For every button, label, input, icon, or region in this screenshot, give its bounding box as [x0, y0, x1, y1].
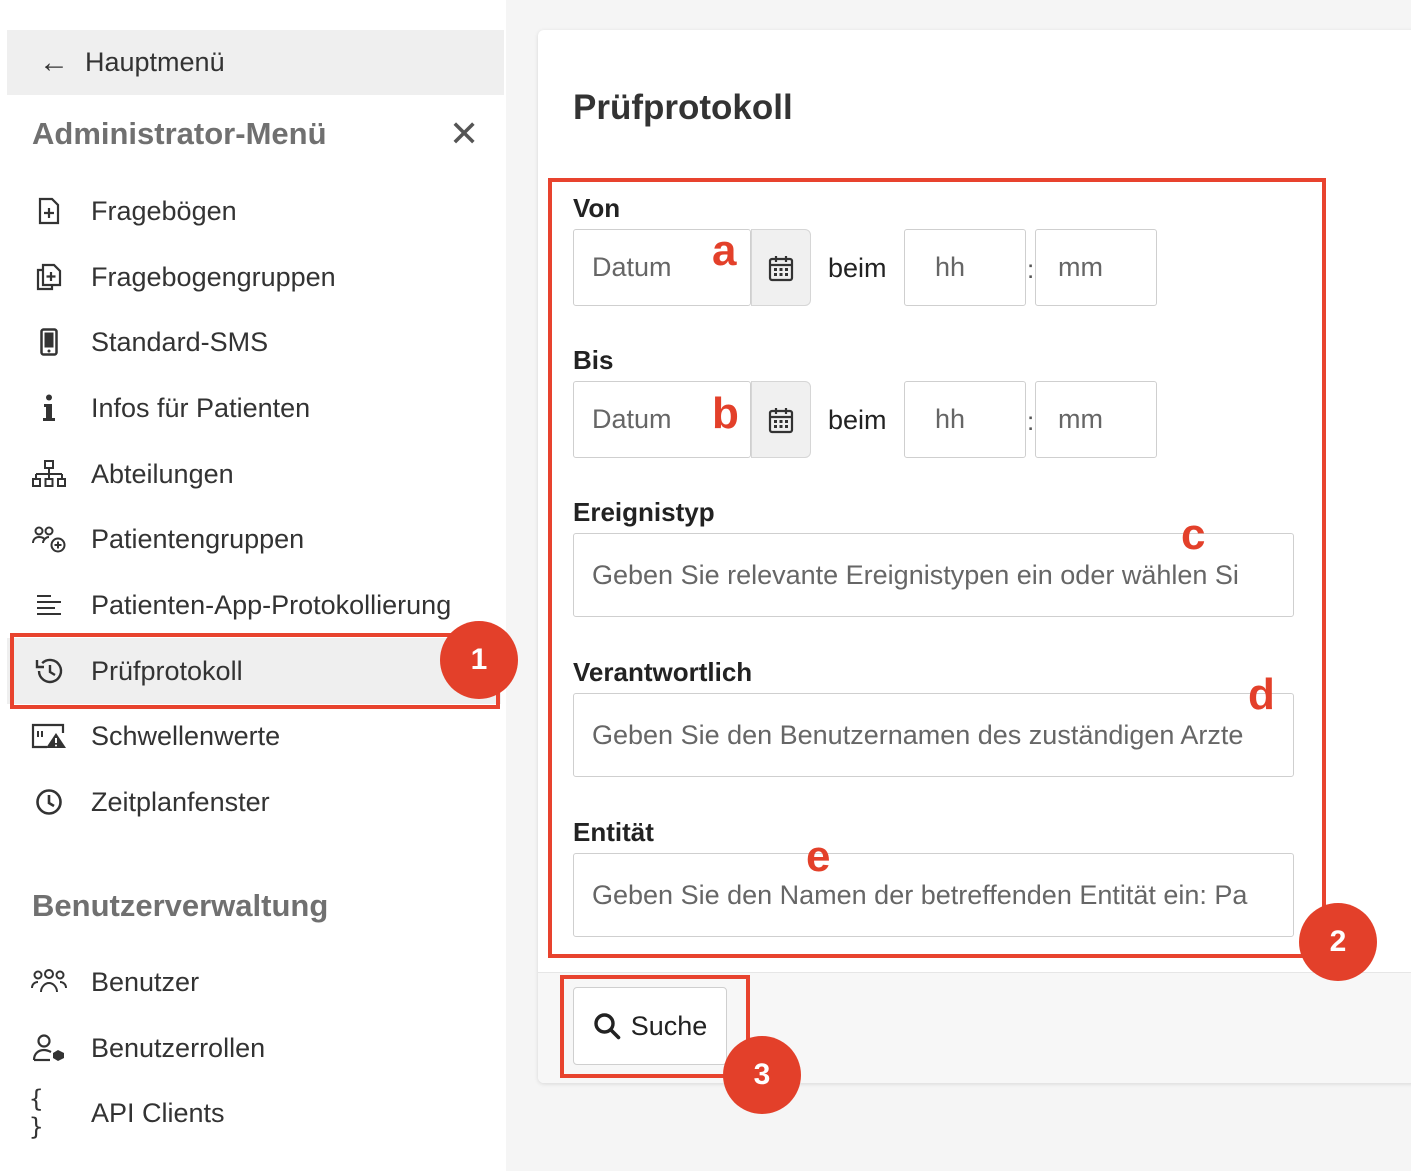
search-button[interactable]: Suche: [573, 987, 727, 1065]
von-colon: :: [1027, 254, 1035, 284]
sidebar-item-infos-fuer-patienten[interactable]: Infos für Patienten: [7, 375, 501, 441]
user-management-title: Benutzerverwaltung: [32, 888, 329, 923]
bis-label: Bis: [573, 345, 614, 375]
user-role-icon: [29, 1034, 69, 1062]
braces-icon: { }: [29, 1085, 44, 1141]
threshold-warning-icon: [29, 723, 69, 749]
sidebar-item-api-clients[interactable]: { } API Clients: [7, 1080, 501, 1146]
annotation-letter-d: d: [1248, 670, 1275, 719]
sidebar: ← Hauptmenü Administrator-Menü ✕ Fragebö…: [0, 0, 506, 1171]
sidebar-item-label: Zeitplanfenster: [91, 786, 270, 817]
annotation-badge-1: 1: [440, 621, 518, 699]
sidebar-item-label: API Clients: [91, 1097, 225, 1128]
clock-icon: [29, 788, 69, 816]
von-minute-input[interactable]: mm: [1035, 229, 1157, 306]
mobile-icon: [29, 328, 69, 356]
sidebar-item-label: Benutzer: [91, 966, 200, 997]
files-plus-icon: [29, 263, 69, 291]
bis-hour-input[interactable]: hh: [904, 381, 1026, 458]
info-icon: [29, 394, 69, 422]
bis-beim-text: beim: [828, 405, 887, 435]
von-beim-text: beim: [828, 253, 887, 283]
sidebar-item-label: Abteilungen: [91, 458, 234, 489]
sidebar-item-label: Infos für Patienten: [91, 392, 311, 423]
sidebar-item-standard-sms[interactable]: Standard-SMS: [7, 309, 501, 375]
bis-colon: :: [1027, 406, 1035, 436]
admin-menu-title: Administrator-Menü: [32, 116, 327, 151]
sidebar-item-label: Fragebogengruppen: [91, 261, 336, 292]
history-icon: [29, 657, 69, 685]
sidebar-item-label: Standard-SMS: [91, 326, 269, 357]
back-label: Hauptmenü: [85, 47, 225, 77]
bis-minute-input[interactable]: mm: [1035, 381, 1157, 458]
sidebar-item-benutzerrollen[interactable]: Benutzerrollen: [7, 1015, 501, 1081]
search-button-label: Suche: [630, 1010, 708, 1041]
verantwortlich-label: Verantwortlich: [573, 657, 753, 687]
sidebar-item-zeitplanfenster[interactable]: Zeitplanfenster: [7, 769, 501, 835]
calendar-icon: [768, 255, 794, 281]
annotation-letter-e: e: [806, 832, 831, 881]
von-hour-input[interactable]: hh: [904, 229, 1026, 306]
entitaet-label: Entität: [573, 817, 654, 847]
sidebar-item-frageboegen[interactable]: Fragebögen: [7, 178, 501, 244]
annotation-badge-2: 2: [1299, 903, 1377, 981]
sidebar-item-pruefprotokoll[interactable]: Prüfprotokoll: [7, 638, 501, 704]
back-to-main-menu[interactable]: ← Hauptmenü: [7, 30, 504, 95]
users-icon: [29, 969, 69, 995]
sidebar-item-label: Prüfprotokoll: [91, 655, 243, 686]
lines-icon: [29, 594, 69, 616]
sidebar-item-label: Patienten-App-Protokollierung: [91, 589, 452, 620]
sidebar-item-patientengruppen[interactable]: Patientengruppen: [7, 506, 501, 572]
annotation-badge-3: 3: [723, 1036, 801, 1114]
sidebar-item-abteilungen[interactable]: Abteilungen: [7, 441, 501, 507]
bis-calendar-button[interactable]: [751, 381, 811, 458]
page-title: Prüfprotokoll: [573, 88, 793, 127]
ereignistyp-label: Ereignistyp: [573, 497, 715, 527]
calendar-icon: [768, 407, 794, 433]
sidebar-item-fragebogengruppen[interactable]: Fragebogengruppen: [7, 244, 501, 310]
arrow-left-icon: ←: [39, 45, 69, 79]
people-add-icon: [29, 525, 69, 553]
sidebar-item-label: Schwellenwerte: [91, 720, 281, 751]
sidebar-item-label: Patientengruppen: [91, 523, 305, 554]
annotation-letter-b: b: [712, 389, 739, 438]
sidebar-item-benutzer[interactable]: Benutzer: [7, 949, 501, 1015]
search-icon: [594, 1013, 621, 1040]
close-icon[interactable]: ✕: [449, 116, 479, 152]
sitemap-icon: [29, 460, 69, 488]
annotation-letter-a: a: [712, 226, 737, 275]
von-calendar-button[interactable]: [751, 229, 811, 306]
file-plus-icon: [29, 197, 69, 225]
von-label: Von: [573, 193, 621, 223]
sidebar-item-patienten-app-protokollierung[interactable]: Patienten-App-Protokollierung: [7, 572, 501, 638]
sidebar-item-label: Fragebögen: [91, 195, 237, 226]
entitaet-input[interactable]: Geben Sie den Namen der betreffenden Ent…: [573, 853, 1294, 937]
sidebar-item-label: Benutzerrollen: [91, 1032, 266, 1063]
sidebar-item-schwellenwerte[interactable]: Schwellenwerte: [7, 703, 501, 769]
verantwortlich-input[interactable]: Geben Sie den Benutzernamen des zuständi…: [573, 693, 1294, 777]
annotation-letter-c: c: [1181, 510, 1206, 559]
